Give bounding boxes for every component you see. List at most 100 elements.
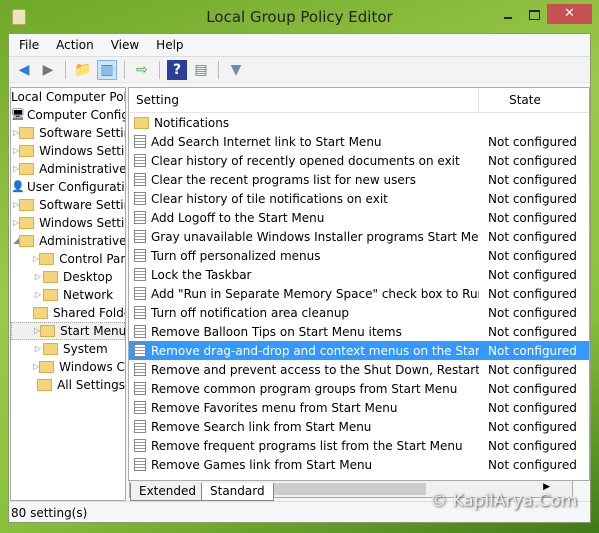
maximize-button[interactable] xyxy=(525,6,549,24)
collapsed-arrow-icon[interactable]: ▷ xyxy=(33,286,43,304)
tree-item[interactable]: ▷ Network xyxy=(11,286,125,304)
tree-item-label: Windows Settings xyxy=(39,144,125,158)
state-cell: Not configured xyxy=(488,286,577,301)
tree-item-label: Shared Folders xyxy=(53,306,125,320)
tree-item-label: Administrative Templates xyxy=(39,162,126,176)
policy-icon xyxy=(134,325,146,338)
tree-item-label: User Configuration xyxy=(27,180,125,194)
table-row[interactable]: Remove common program groups from Start … xyxy=(129,379,589,398)
tree-item[interactable]: ▷Windows Settings xyxy=(11,214,125,232)
tab-extended[interactable]: Extended xyxy=(130,483,205,501)
tree-item[interactable]: All Settings xyxy=(11,376,125,394)
forward-icon[interactable]: ▶ xyxy=(38,60,58,80)
menu-help[interactable]: Help xyxy=(156,38,183,52)
tree-item-label: Computer Configuration xyxy=(27,108,126,122)
table-row[interactable]: Notifications xyxy=(129,113,589,132)
table-row[interactable]: Clear history of tile notifications on e… xyxy=(129,189,589,208)
state-cell: Not configured xyxy=(488,362,577,377)
table-row[interactable]: Add Logoff to the Start Menu Not configur… xyxy=(129,208,589,227)
tree-item[interactable]: ▷Software Settings xyxy=(11,196,125,214)
tree-item[interactable]: Shared Folders xyxy=(11,304,125,322)
tree-item-label: System xyxy=(63,342,108,356)
menu-file[interactable]: File xyxy=(19,38,39,52)
up-folder-icon[interactable]: 📁 xyxy=(73,60,93,80)
table-row[interactable]: Remove Balloon Tips on Start Menu items N… xyxy=(129,322,589,341)
tree-item-label: Software Settings xyxy=(39,198,125,212)
show-hide-action-pane-icon[interactable]: ▤ xyxy=(191,60,211,80)
setting-name: Clear the recent programs list for new u… xyxy=(151,172,416,187)
tree-item[interactable]: ▷ System xyxy=(11,340,125,358)
column-state[interactable]: State xyxy=(479,88,571,112)
table-row[interactable]: Gray unavailable Windows Installer progr… xyxy=(129,227,589,246)
close-button[interactable]: ✕ xyxy=(547,4,592,24)
table-row[interactable]: Clear the recent programs list for new u… xyxy=(129,170,589,189)
folder-icon xyxy=(39,361,55,373)
setting-name: Add Search Internet link to Start Menu xyxy=(151,134,382,149)
state-cell: Not configured xyxy=(488,400,577,415)
show-hide-tree-icon[interactable]: ▥ xyxy=(97,59,117,80)
tree-item[interactable]: ▷ Desktop xyxy=(11,268,125,286)
view-tabs: Extended Standard xyxy=(130,483,274,501)
policy-icon xyxy=(134,287,146,300)
tree-item[interactable]: ▷Windows Settings xyxy=(11,142,125,160)
table-row[interactable]: Turn off notification area cleanup Not co… xyxy=(129,303,589,322)
policy-icon xyxy=(134,306,146,319)
folder-icon xyxy=(43,271,58,283)
setting-name: Turn off notification area cleanup xyxy=(151,305,350,320)
back-icon[interactable]: ◀ xyxy=(14,60,34,80)
tree-item[interactable]: 👤User Configuration xyxy=(11,178,125,196)
setting-cell: Turn off notification area cleanup xyxy=(129,306,479,320)
tree-item[interactable]: ▷Control Panel xyxy=(11,250,125,268)
tree-item[interactable]: 🖥Computer Configuration xyxy=(11,106,125,124)
table-row[interactable]: Lock the Taskbar Not configured xyxy=(129,265,589,284)
setting-cell: Clear the recent programs list for new u… xyxy=(129,173,479,187)
table-row[interactable]: Add Search Internet link to Start Menu No… xyxy=(129,132,589,151)
table-row[interactable]: Remove and prevent access to the Shut Do… xyxy=(129,360,589,379)
state-cell: Not configured xyxy=(488,438,577,453)
policy-icon xyxy=(134,173,146,186)
setting-cell: Add "Run in Separate Memory Space" check… xyxy=(129,287,479,301)
policy-icon xyxy=(134,135,146,148)
policy-icon xyxy=(134,192,146,205)
menu-view[interactable]: View xyxy=(111,38,139,52)
help-icon[interactable]: ? xyxy=(167,59,187,80)
folder-icon xyxy=(19,127,35,139)
table-row[interactable]: Remove Search link from Start Menu Not co… xyxy=(129,417,589,436)
state-cell: Not configured xyxy=(488,324,577,339)
toolbar: ◀ ▶ 📁 ▥ ⇨? ▤ ▼ xyxy=(9,57,590,83)
table-row[interactable]: Add "Run in Separate Memory Space" check… xyxy=(129,284,589,303)
table-row[interactable]: Remove Favorites menu from Start Menu Not… xyxy=(129,398,589,417)
menu-action[interactable]: Action xyxy=(56,38,94,52)
export-list-icon[interactable]: ⇨ xyxy=(132,60,152,80)
tab-standard[interactable]: Standard xyxy=(201,483,274,501)
state-cell: Not configured xyxy=(488,210,577,225)
table-row[interactable]: Remove frequent programs list from the S… xyxy=(129,436,589,455)
setting-cell: Remove and prevent access to the Shut Do… xyxy=(129,363,479,377)
list-header: Setting State xyxy=(129,88,589,113)
client-area: File Action View Help ◀ ▶ 📁 ▥ ⇨? ▤ ▼ Local Comput… xyxy=(8,33,591,523)
folder-icon xyxy=(39,253,55,265)
column-setting[interactable]: Setting xyxy=(129,88,479,112)
tree-item[interactable]: Local Computer Policy xyxy=(11,88,125,106)
table-row[interactable]: Turn off personalized menus Not configure… xyxy=(129,246,589,265)
tree-item[interactable]: ▷Windows Components xyxy=(11,358,125,376)
tree-item[interactable]: ◢Administrative Templates xyxy=(11,232,125,250)
setting-name: Clear history of recently opened documen… xyxy=(151,153,460,168)
table-row[interactable]: Remove drag-and-drop and context menus o… xyxy=(129,341,589,360)
setting-cell: Remove Balloon Tips on Start Menu items xyxy=(129,325,479,339)
toolbar-separator xyxy=(124,60,125,79)
tree-item[interactable]: ▷Start Menu and Taskbar xyxy=(11,322,125,340)
table-row[interactable]: Clear history of recently opened documen… xyxy=(129,151,589,170)
policy-icon xyxy=(134,268,146,281)
minimize-button[interactable] xyxy=(500,6,524,24)
policy-icon xyxy=(134,439,146,452)
table-row[interactable]: Remove Games link from Start Menu Not con… xyxy=(129,455,589,474)
tree-item[interactable]: ▷Administrative Templates xyxy=(11,160,125,178)
folder-icon xyxy=(19,235,35,247)
setting-name: Remove Games link from Start Menu xyxy=(151,457,373,472)
setting-cell: Add Search Internet link to Start Menu xyxy=(129,135,479,149)
collapsed-arrow-icon[interactable]: ▷ xyxy=(33,268,43,286)
tree-item[interactable]: ▷Software Settings xyxy=(11,124,125,142)
collapsed-arrow-icon[interactable]: ▷ xyxy=(33,340,43,358)
filter-icon[interactable]: ▼ xyxy=(226,60,246,80)
